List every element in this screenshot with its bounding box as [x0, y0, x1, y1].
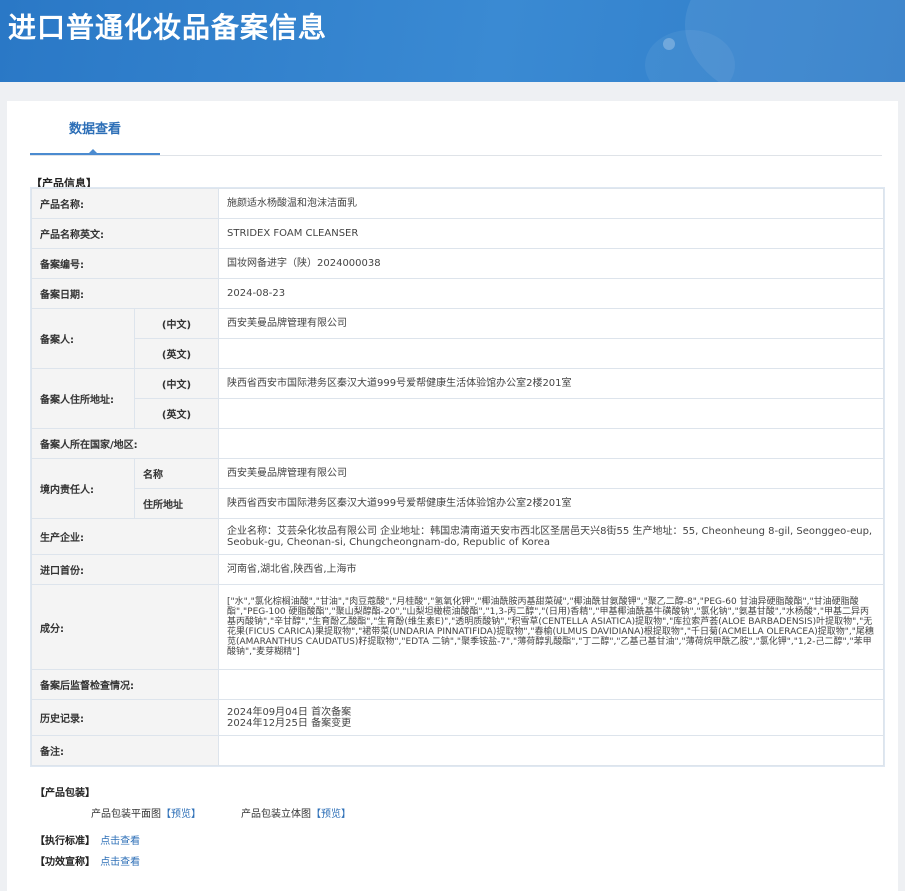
product-name-en-value: STRIDEX FOAM CLEANSER [218, 218, 884, 249]
tab-data-view[interactable]: 数据查看 [30, 101, 160, 155]
table-row: (英文) [32, 398, 884, 429]
registrant-en-value [218, 338, 884, 369]
post-check-value [218, 669, 884, 700]
packaging-3d-preview-link[interactable]: 【预览】 [311, 809, 351, 820]
page-title: 进口普通化妆品备案信息 [8, 11, 328, 44]
product-info-table: 产品名称: 施颜适水杨酸温和泡沫洁面乳 产品名称英文: STRIDEX FOAM… [31, 188, 884, 766]
ingredients-value: ["水","氯化棕榈油酸","甘油","肉豆蔻酸","月桂酸","氢氧化钾","… [218, 584, 884, 670]
registrant-address-en-value [218, 398, 884, 429]
sub-label: (中文) [134, 308, 219, 339]
standard-view-link[interactable]: 点击查看 [100, 836, 140, 847]
table-row: 备案编号: 国妆网备进字（陕）2024000038 [31, 248, 884, 279]
sub-label: (英文) [134, 338, 219, 369]
standard-row: 【执行标准】 点击查看 [35, 832, 140, 847]
domestic-name-value: 西安芙曼品牌管理有限公司 [218, 458, 884, 489]
row-label: 备案编号: [31, 248, 219, 279]
sub-label: 住所地址 [134, 488, 219, 519]
registration-date-value: 2024-08-23 [218, 278, 884, 309]
packaging-flat-row: 产品包装平面图【预览】 [91, 805, 201, 820]
sub-label: 名称 [134, 458, 219, 489]
registrant-address-cn-value: 陕西省西安市国际港务区秦汉大道999号爱帮健康生活体验馆办公室2楼201室 [218, 368, 884, 399]
content-card: 数据查看 【产品信息】 产品名称: 施颜适水杨酸温和泡沫洁面乳 产品名称英文: … [7, 101, 898, 891]
banner-decoration [663, 38, 675, 50]
tab-indicator-caret [88, 149, 98, 154]
packaging-3d-label: 产品包装立体图 [241, 809, 311, 820]
section-title-packaging: 【产品包装】 [35, 788, 95, 799]
product-name-value: 施颜适水杨酸温和泡沫洁面乳 [218, 188, 884, 219]
table-row: 备案人: (中文) 西安芙曼品牌管理有限公司 [31, 308, 884, 369]
registrant-cn-value: 西安芙曼品牌管理有限公司 [218, 308, 884, 339]
table-row: 备案后监督检查情况: [31, 669, 884, 700]
table-row: (英文) [32, 338, 884, 369]
sub-label: (英文) [134, 398, 219, 429]
registration-number-value: 国妆网备进字（陕）2024000038 [218, 248, 884, 279]
table-row: 产品名称英文: STRIDEX FOAM CLEANSER [31, 218, 884, 249]
row-label: 产品名称: [31, 188, 219, 219]
table-row: 备案人住所地址: (中文) 陕西省西安市国际港务区秦汉大道999号爱帮健康生活体… [31, 368, 884, 429]
packaging-flat-preview-link[interactable]: 【预览】 [161, 809, 201, 820]
tab-bar: 数据查看 [30, 101, 882, 156]
table-row: 生产企业: 企业名称：艾芸朵化妆品有限公司 企业地址：韩国忠清南道天安市西北区圣… [31, 518, 884, 555]
efficacy-view-link[interactable]: 点击查看 [100, 857, 140, 868]
row-label: 历史记录: [31, 699, 219, 736]
domestic-address-value: 陕西省西安市国际港务区秦汉大道999号爱帮健康生活体验馆办公室2楼201室 [218, 488, 884, 519]
packaging-section: 【产品包装】 [35, 784, 95, 799]
row-label: 备案日期: [31, 278, 219, 309]
row-label: 境内责任人: [31, 458, 135, 519]
table-row: 历史记录: 2024年09月04日 首次备案 2024年12月25日 备案变更 [31, 699, 884, 736]
remarks-value [218, 735, 884, 766]
table-row: 产品名称: 施颜适水杨酸温和泡沫洁面乳 [31, 188, 884, 219]
row-label: 生产企业: [31, 518, 219, 555]
section-title-standard: 【执行标准】 [35, 836, 95, 847]
table-row: 进口首份: 河南省,湖北省,陕西省,上海市 [31, 554, 884, 585]
history-value: 2024年09月04日 首次备案 2024年12月25日 备案变更 [218, 699, 884, 736]
history-entry: 2024年09月04日 首次备案 [227, 706, 352, 718]
country-value [218, 428, 884, 459]
row-label: 成分: [31, 584, 219, 670]
history-entry: 2024年12月25日 备案变更 [227, 717, 352, 729]
table-row: 备案日期: 2024-08-23 [31, 278, 884, 309]
row-label: 产品名称英文: [31, 218, 219, 249]
row-label: 备案后监督检查情况: [31, 669, 219, 700]
import-ports-value: 河南省,湖北省,陕西省,上海市 [218, 554, 884, 585]
page-banner: 进口普通化妆品备案信息 [0, 0, 905, 82]
table-row: 备注: [31, 735, 884, 766]
row-label: 备案人住所地址: [31, 368, 135, 429]
efficacy-row: 【功效宣称】 点击查看 [35, 853, 140, 868]
row-label: 备案人所在国家/地区: [31, 428, 219, 459]
packaging-3d-row: 产品包装立体图【预览】 [241, 805, 351, 820]
sub-label: (中文) [134, 368, 219, 399]
row-label: 备注: [31, 735, 219, 766]
table-row: 备案人所在国家/地区: [31, 428, 884, 459]
table-row: 境内责任人: 名称 西安芙曼品牌管理有限公司 [31, 458, 884, 519]
packaging-flat-label: 产品包装平面图 [91, 809, 161, 820]
section-title-efficacy: 【功效宣称】 [35, 857, 95, 868]
manufacturer-value: 企业名称：艾芸朵化妆品有限公司 企业地址：韩国忠清南道天安市西北区圣居邑天兴8街… [218, 518, 884, 555]
row-label: 备案人: [31, 308, 135, 369]
table-row: 成分: ["水","氯化棕榈油酸","甘油","肉豆蔻酸","月桂酸","氢氧化… [31, 584, 884, 670]
row-label: 进口首份: [31, 554, 219, 585]
table-row: 住所地址 陕西省西安市国际港务区秦汉大道999号爱帮健康生活体验馆办公室2楼20… [32, 488, 884, 519]
